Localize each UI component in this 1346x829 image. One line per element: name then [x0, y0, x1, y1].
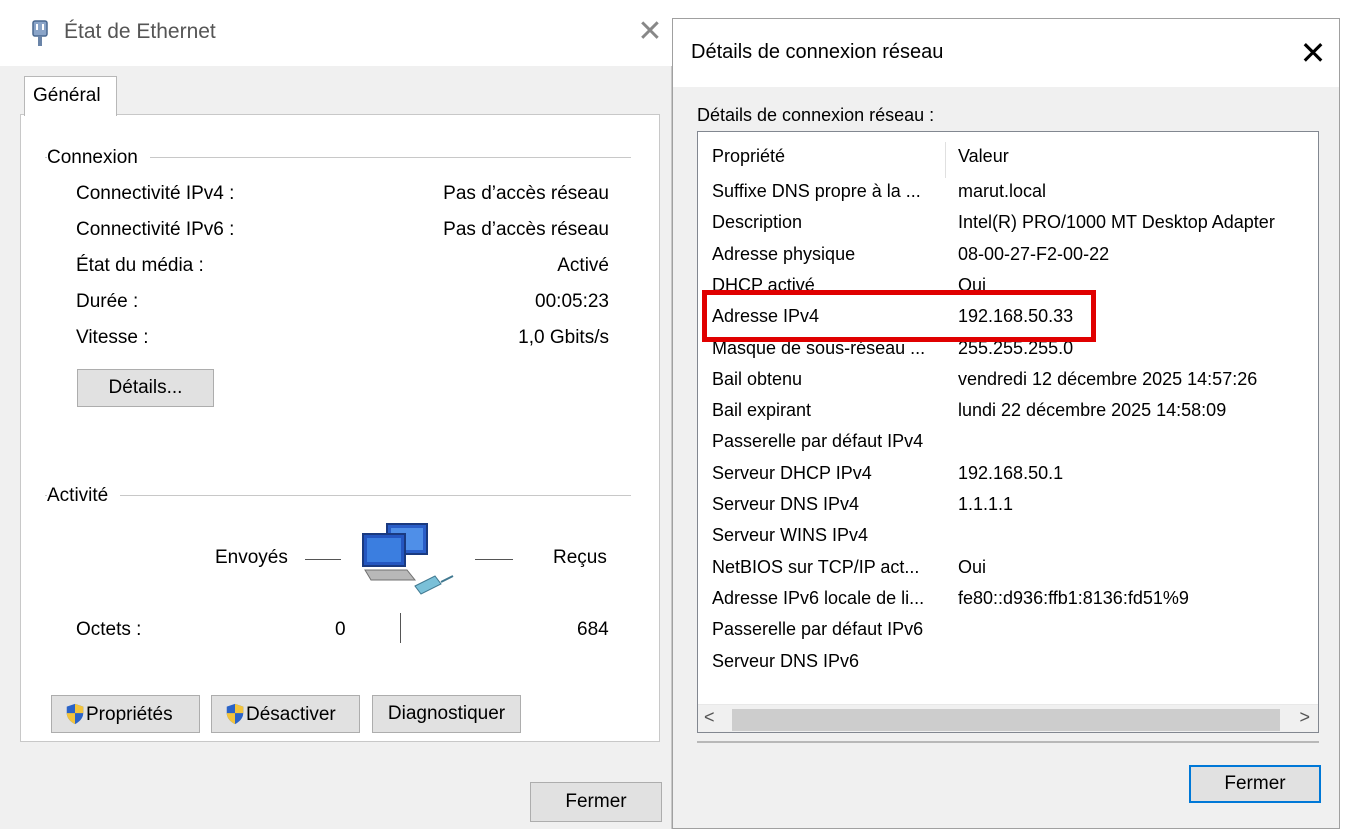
ipv4-highlight-annotation — [702, 290, 1096, 342]
duration-value: 00:05:23 — [535, 291, 609, 312]
cell-value: lundi 22 décembre 2025 14:58:09 — [958, 400, 1227, 421]
table-row[interactable]: Serveur DNS IPv6 — [698, 646, 1318, 677]
ipv6-connectivity-label: Connectivité IPv6 : — [76, 219, 235, 240]
diagnose-button[interactable]: Diagnostiquer — [372, 695, 521, 733]
window-title: État de Ethernet — [64, 20, 216, 43]
ipv6-connectivity-value: Pas d’accès réseau — [443, 219, 609, 240]
table-row[interactable]: Serveur DHCP IPv4 192.168.50.1 — [698, 458, 1318, 489]
table-row[interactable]: Adresse IPv6 locale de li... fe80::d936:f… — [698, 583, 1318, 614]
cell-value: fe80::d936:ffb1:8136:fd51%9 — [958, 587, 1189, 608]
title-bar: État de Ethernet ✕ — [0, 0, 672, 66]
duration-label: Durée : — [76, 291, 139, 312]
cell-property: Description — [712, 212, 803, 233]
scroll-left-icon[interactable]: < — [704, 707, 715, 728]
bytes-sent-value: 0 — [335, 619, 346, 640]
disable-label: Désactiver — [246, 703, 336, 725]
received-label: Reçus — [553, 547, 607, 568]
table-row[interactable]: Suffixe DNS propre à la ... marut.local — [698, 176, 1318, 207]
column-separator[interactable] — [945, 142, 946, 178]
disable-button[interactable]: Désactiver — [211, 695, 360, 733]
table-row[interactable]: Adresse physique 08-00-27-F2-00-22 — [698, 239, 1318, 270]
sent-line — [305, 559, 341, 560]
ipv4-connectivity-value: Pas d’accès réseau — [443, 183, 609, 204]
cell-value: 08-00-27-F2-00-22 — [958, 243, 1110, 264]
cell-property: Bail obtenu — [712, 368, 803, 389]
speed-value: 1,0 Gbits/s — [518, 327, 609, 348]
scroll-right-icon[interactable]: > — [1299, 707, 1310, 728]
column-header-value[interactable]: Valeur — [958, 146, 1009, 167]
received-line — [475, 559, 513, 560]
uac-shield-icon — [66, 703, 84, 724]
table-row[interactable]: Description Intel(R) PRO/1000 MT Desktop … — [698, 207, 1318, 238]
cell-property: Serveur DHCP IPv4 — [712, 462, 872, 483]
cell-property: Passerelle par défaut IPv4 — [712, 431, 924, 452]
details-list-view[interactable]: Propriété Valeur Suffixe DNS propre à la… — [697, 131, 1319, 733]
network-computers-icon — [362, 523, 454, 595]
network-adapter-icon — [32, 20, 48, 46]
divider — [697, 741, 1319, 743]
speed-label: Vitesse : — [76, 327, 149, 348]
close-icon[interactable]: ✕ — [1295, 33, 1331, 73]
tab-general[interactable]: Général — [24, 76, 117, 116]
left-close-button[interactable]: Fermer — [530, 782, 662, 822]
cell-value: Intel(R) PRO/1000 MT Desktop Adapter — [958, 212, 1275, 233]
bytes-label: Octets : — [76, 619, 142, 640]
general-tab-panel: Connexion Connectivité IPv4 : Pas d’accè… — [20, 114, 660, 742]
properties-button[interactable]: Propriétés — [51, 695, 200, 733]
media-state-label: État du média : — [76, 255, 204, 276]
bytes-separator — [400, 613, 401, 643]
scrollbar-thumb[interactable] — [732, 709, 1280, 731]
table-row[interactable]: Passerelle par défaut IPv6 — [698, 614, 1318, 645]
table-row[interactable]: Serveur WINS IPv4 — [698, 520, 1318, 551]
table-row[interactable]: NetBIOS sur TCP/IP act... Oui — [698, 552, 1318, 583]
cell-value: Oui — [958, 556, 987, 577]
table-row[interactable]: Bail expirant lundi 22 décembre 2025 14:5… — [698, 395, 1318, 426]
details-subtitle: Détails de connexion réseau : — [697, 105, 935, 125]
table-row[interactable]: Serveur DNS IPv4 1.1.1.1 — [698, 489, 1318, 520]
ethernet-status-dialog: État de Ethernet ✕ Général Connexion Con… — [0, 0, 672, 829]
cell-value: 1.1.1.1 — [958, 494, 1014, 514]
group-label-connexion: Connexion — [47, 147, 150, 169]
cell-property: Adresse IPv6 locale de li... — [712, 587, 925, 608]
media-state-value: Activé — [557, 255, 609, 276]
bytes-received-value: 684 — [577, 619, 609, 640]
cell-value: vendredi 12 décembre 2025 14:57:26 — [958, 368, 1258, 389]
cell-property: NetBIOS sur TCP/IP act... — [712, 556, 920, 577]
cell-value: marut.local — [958, 181, 1047, 201]
properties-label: Propriétés — [86, 703, 173, 725]
cell-property: Serveur DNS IPv6 — [712, 650, 860, 671]
table-row[interactable]: Passerelle par défaut IPv4 — [698, 426, 1318, 457]
details-button[interactable]: Détails... — [77, 369, 214, 407]
table-row[interactable]: Bail obtenu vendredi 12 décembre 2025 14:… — [698, 364, 1318, 395]
group-label-activite: Activité — [47, 485, 121, 507]
cell-property: Adresse physique — [712, 243, 856, 264]
close-icon[interactable]: ✕ — [632, 14, 668, 50]
cell-property: Bail expirant — [712, 400, 812, 421]
cell-property: Serveur WINS IPv4 — [712, 525, 869, 546]
cell-value: 192.168.50.1 — [958, 462, 1064, 483]
uac-shield-icon — [226, 703, 244, 724]
right-close-button[interactable]: Fermer — [1189, 765, 1321, 803]
title-bar: Détails de connexion réseau ✕ — [673, 19, 1339, 87]
ipv4-connectivity-label: Connectivité IPv4 : — [76, 183, 235, 204]
group-divider — [45, 495, 631, 496]
window-title: Détails de connexion réseau — [691, 41, 944, 63]
network-connection-details-dialog: Détails de connexion réseau ✕ Détails de… — [672, 18, 1340, 829]
cell-property: Passerelle par défaut IPv6 — [712, 619, 924, 640]
cell-property: Suffixe DNS propre à la ... — [712, 181, 921, 201]
sent-label: Envoyés — [215, 547, 288, 568]
column-header-property[interactable]: Propriété — [712, 146, 785, 167]
cell-property: Serveur DNS IPv4 — [712, 494, 860, 514]
horizontal-scrollbar[interactable]: < > — [698, 704, 1318, 732]
